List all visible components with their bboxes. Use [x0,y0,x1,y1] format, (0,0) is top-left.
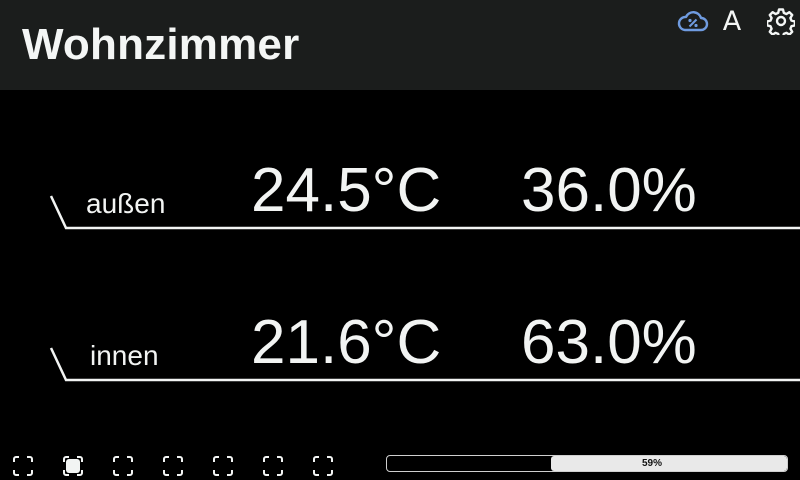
page-dot[interactable] [13,456,33,476]
temperature-value: 21.6°C [251,308,442,377]
progress-label: 59% [641,458,662,469]
page-dot[interactable] [163,456,183,476]
cloud-sync-icon[interactable] [676,6,710,36]
gear-icon[interactable] [766,6,796,36]
page-dot[interactable] [213,456,233,476]
header-bar: Wohnzimmer A [0,0,800,90]
humidity-value: 63.0% [521,308,697,377]
font-size-icon[interactable]: A [718,6,746,37]
temperature-value: 24.5°C [251,156,442,225]
sensor-label: außen [86,188,166,219]
humidity-value: 36.0% [521,156,697,225]
page-dot-active[interactable] [63,456,83,476]
page-dot[interactable] [113,456,133,476]
sensor-label: innen [90,340,159,371]
sensor-row-outdoor[interactable]: außen 24.5°C 36.0% [0,160,800,240]
page-title: Wohnzimmer [22,20,300,69]
page-dot[interactable] [263,456,283,476]
page-dot[interactable] [313,456,333,476]
sensor-row-indoor[interactable]: innen 21.6°C 63.0% [0,312,800,392]
progress-bar: 59% [386,455,788,472]
screen: Wohnzimmer A außen 24.5°C 36.0% innen 21… [0,0,800,480]
